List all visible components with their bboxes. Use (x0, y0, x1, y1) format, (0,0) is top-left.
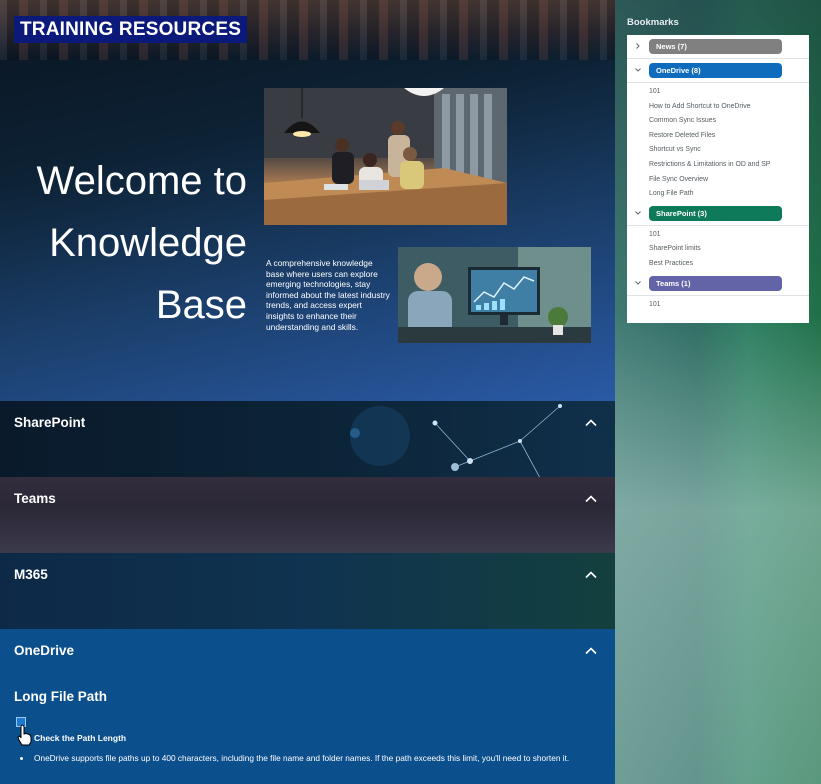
chevron-down-icon[interactable] (633, 65, 643, 75)
divider (627, 294, 809, 296)
chevron-right-icon[interactable] (633, 41, 643, 51)
section-sharepoint[interactable]: SharePoint (0, 401, 615, 478)
bookmark-group-teams: Teams (1) 101 (627, 272, 809, 313)
bookmark-group-header[interactable]: News (7) (627, 35, 809, 59)
bookmark-group-label: Teams (1) (649, 275, 782, 291)
section-title: SharePoint (14, 415, 86, 430)
bookmark-link[interactable]: 101 (627, 228, 809, 243)
chevron-up-icon[interactable] (585, 493, 597, 505)
bookmark-group-label: SharePoint (3) (649, 205, 782, 221)
chevron-up-icon[interactable] (585, 417, 597, 429)
bookmarks-panel: News (7) OneDrive (8) 101 How to Add Sho… (627, 35, 809, 323)
hand-cursor-icon (17, 724, 32, 746)
bookmark-group-header[interactable]: Teams (1) (627, 272, 809, 296)
section-title: Teams (14, 491, 56, 506)
step-heading: Check the Path Length (34, 733, 127, 743)
bookmark-list: 101 (627, 296, 809, 313)
bookmark-link[interactable]: Shortcut vs Sync (627, 143, 809, 158)
bookmark-group-label: OneDrive (8) (649, 63, 782, 78)
bookmarks-heading: Bookmarks (627, 17, 679, 28)
welcome-line-2: Knowledge (49, 221, 247, 265)
bookmark-group-sharepoint: SharePoint (3) 101 SharePoint limits Bes… (627, 202, 809, 272)
bookmark-link[interactable]: File Sync Overview (627, 173, 809, 188)
bookmark-group-header[interactable]: SharePoint (3) (627, 202, 809, 226)
bookmark-group-label: News (7) (649, 39, 782, 54)
analytics-workstation-image (398, 247, 591, 343)
team-meeting-image (264, 88, 507, 225)
welcome-line-1: Welcome to (36, 159, 247, 203)
chevron-down-icon[interactable] (633, 278, 643, 288)
page-title-badge: TRAINING RESOURCES (14, 16, 248, 43)
bookmark-link[interactable]: 101 (627, 298, 809, 313)
section-m365[interactable]: M365 (0, 553, 615, 630)
bookmark-list: 101 SharePoint limits Best Practices (627, 226, 809, 272)
bookmark-list: 101 How to Add Shortcut to OneDrive Comm… (627, 83, 809, 202)
welcome-heading: Welcome to Knowledge Base (7, 150, 247, 336)
bookmark-link[interactable]: Restrictions & Limitations in OD and SP (627, 158, 809, 173)
bookmark-link[interactable]: SharePoint limits (627, 242, 809, 257)
welcome-line-3: Base (155, 283, 247, 327)
main-content: TRAINING RESOURCES Welcome to Knowledge … (0, 0, 615, 784)
bookmark-link[interactable]: 101 (627, 85, 809, 100)
section-onedrive[interactable]: OneDrive Long File Path Check the Path L… (0, 629, 615, 784)
bookmarks-sidebar: Bookmarks News (7) OneDrive (8) 101 How … (615, 0, 821, 784)
section-title: M365 (14, 567, 48, 582)
bookmark-link[interactable]: Restore Deleted Files (627, 129, 809, 144)
section-title: OneDrive (14, 643, 75, 658)
hero-banner: TRAINING RESOURCES Welcome to Knowledge … (0, 0, 615, 401)
bookmark-group-news: News (7) (627, 35, 809, 59)
bookmark-link[interactable]: Common Sync Issues (627, 114, 809, 129)
article-subtitle: Long File Path (14, 689, 107, 704)
bookmark-group-header[interactable]: OneDrive (8) (627, 59, 809, 83)
chevron-down-icon[interactable] (633, 208, 643, 218)
hero-description: A comprehensive knowledge base where use… (266, 258, 390, 332)
network-graphic (350, 404, 562, 478)
divider (627, 82, 809, 83)
chevron-up-icon[interactable] (585, 569, 597, 581)
divider (627, 224, 809, 226)
bookmark-link[interactable]: How to Add Shortcut to OneDrive (627, 100, 809, 115)
bookmark-link[interactable]: Long File Path (627, 187, 809, 202)
chevron-up-icon[interactable] (585, 645, 597, 657)
section-teams[interactable]: Teams (0, 477, 615, 554)
bookmark-link[interactable]: Best Practices (627, 257, 809, 272)
step-bullet: OneDrive supports file paths up to 400 c… (20, 753, 579, 765)
bookmark-group-onedrive: OneDrive (8) 101 How to Add Shortcut to … (627, 59, 809, 202)
